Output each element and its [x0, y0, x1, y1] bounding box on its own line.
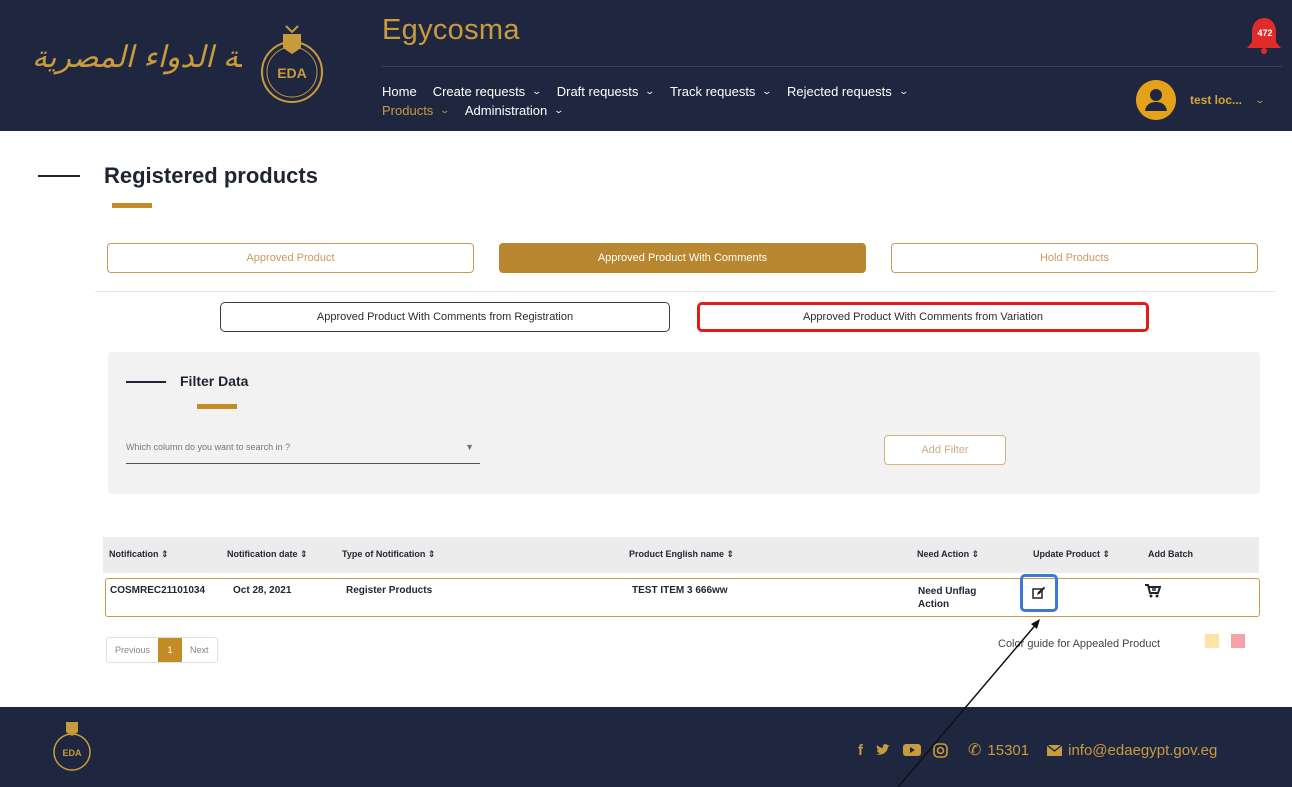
filter-panel [108, 352, 1260, 494]
nav-products-label: Products [382, 102, 434, 118]
cell-product-name: TEST ITEM 3 666ww [632, 585, 728, 596]
add-filter-button[interactable]: Add Filter [884, 435, 1006, 465]
update-product-button[interactable] [1020, 574, 1058, 612]
nav-administration[interactable]: Administration ⌄ [464, 102, 565, 118]
tab-approved-product[interactable]: Approved Product [107, 243, 474, 273]
subtab-from-registration[interactable]: Approved Product With Comments from Regi… [220, 302, 670, 332]
footer-phone[interactable]: ✆ 15301 [968, 740, 1029, 760]
mail-icon [1047, 744, 1063, 756]
eda-emblem-icon: EDA [261, 25, 323, 103]
cell-need-action: Need Unflag Action [918, 586, 977, 610]
subtab-from-variation[interactable]: Approved Product With Comments from Vari… [697, 302, 1149, 332]
next-page-button[interactable]: Next [182, 638, 217, 662]
tab-hold-products[interactable]: Hold Products [891, 243, 1258, 273]
phone-number: 15301 [987, 741, 1030, 759]
col-update-product[interactable]: Update Product ⇕ [1033, 549, 1110, 560]
tab-approved-with-comments-label: Approved Product With Comments [597, 252, 768, 264]
tab-hold-products-label: Hold Products [1039, 252, 1110, 264]
cell-notification: COSMREC21101034 [110, 585, 206, 596]
nav-products[interactable]: Products ⌄ [382, 102, 451, 118]
col-add-batch: Add Batch [1148, 549, 1193, 559]
edit-icon [1032, 586, 1046, 599]
user-avatar-icon [1136, 80, 1176, 120]
chevron-down-icon: ⌄ [1254, 94, 1266, 105]
chevron-down-icon: ⌄ [761, 85, 773, 96]
chevron-down-icon: ⌄ [898, 85, 909, 96]
nav-track-requests-label: Track requests [669, 83, 756, 99]
cart-icon[interactable] [1145, 584, 1161, 598]
color-swatch-appealed-pink [1231, 634, 1245, 648]
footer-contact: f ✆ 15301 info@edaegypt.gov.eg [858, 740, 1217, 760]
nav-administration-label: Administration [464, 102, 548, 118]
nav-home-label: Home [382, 83, 417, 99]
subtab-from-registration-label: Approved Product With Comments from Regi… [316, 311, 574, 323]
svg-text:EDA: EDA [62, 748, 82, 758]
add-filter-label: Add Filter [921, 444, 969, 456]
chevron-down-icon: ⌄ [531, 85, 543, 96]
table-row [105, 578, 1260, 617]
cell-date: Oct 28, 2021 [233, 585, 292, 596]
instagram-icon[interactable] [933, 742, 948, 758]
caret-down-icon: ▼ [465, 441, 474, 452]
tabs-divider [95, 291, 1275, 292]
title-underline [112, 203, 152, 208]
chevron-down-icon: ⌄ [553, 104, 565, 115]
col-notification[interactable]: Notification ⇕ [109, 549, 169, 560]
nav-create-requests-label: Create requests [432, 83, 526, 99]
nav-home[interactable]: Home [382, 84, 417, 99]
user-menu[interactable]: test loc... ⌄ [1136, 80, 1266, 120]
notification-count-badge: 472 [1257, 28, 1273, 38]
nav-track-requests[interactable]: Track requests ⌄ [669, 83, 773, 99]
user-name: test loc... [1190, 93, 1243, 107]
nav-rejected-requests[interactable]: Rejected requests ⌄ [786, 83, 909, 99]
tab-approved-with-comments[interactable]: Approved Product With Comments [499, 243, 866, 273]
subtab-from-variation-label: Approved Product With Comments from Vari… [802, 311, 1044, 323]
title-dash [38, 175, 80, 177]
col-need-action[interactable]: Need Action ⇕ [917, 549, 979, 560]
youtube-icon[interactable] [903, 743, 921, 757]
page-1-button[interactable]: 1 [158, 638, 183, 662]
column-select[interactable]: Which column do you want to search in ? … [126, 430, 480, 464]
email-address: info@edaegypt.gov.eg [1068, 741, 1218, 759]
arabic-logo-text: هيئة الدواء المصرية [32, 40, 242, 75]
nav-create-requests[interactable]: Create requests ⌄ [432, 83, 543, 99]
phone-icon: ✆ [968, 742, 982, 759]
facebook-icon[interactable]: f [858, 742, 863, 759]
previous-page-button[interactable]: Previous [107, 638, 158, 662]
twitter-icon[interactable] [875, 743, 891, 757]
col-notification-date[interactable]: Notification date ⇕ [227, 549, 308, 560]
footer-eda-emblem-icon: EDA [53, 722, 91, 771]
chevron-down-icon: ⌄ [644, 85, 656, 96]
color-swatch-appealed-yellow [1205, 634, 1219, 648]
nav-rejected-requests-label: Rejected requests [786, 83, 892, 99]
chevron-down-icon: ⌄ [439, 104, 451, 115]
arabic-logo: هيئة الدواء المصرية [32, 40, 242, 86]
color-guide-label: Color guide for Appealed Product [998, 638, 1161, 650]
nav-draft-requests[interactable]: Draft requests ⌄ [556, 83, 656, 99]
footer-email[interactable]: info@edaegypt.gov.eg [1047, 742, 1217, 759]
tab-approved-product-label: Approved Product [246, 252, 335, 264]
header-divider [382, 66, 1282, 67]
col-product-english-name[interactable]: Product English name ⇕ [629, 549, 734, 560]
nav-draft-requests-label: Draft requests [556, 83, 639, 99]
app-title: Egycosma [382, 14, 520, 46]
filter-dash [126, 381, 166, 383]
pagination: Previous 1 Next [106, 637, 218, 663]
svg-text:EDA: EDA [277, 65, 307, 81]
column-select-placeholder: Which column do you want to search in ? [126, 441, 291, 452]
col-type-of-notification[interactable]: Type of Notification ⇕ [342, 549, 435, 560]
cell-type: Register Products [346, 585, 433, 596]
page-title: Registered products [104, 163, 318, 188]
filter-underline [197, 404, 237, 409]
filter-title: Filter Data [180, 373, 249, 389]
main-nav: Home Create requests ⌄ Draft requests ⌄ Tr… [382, 82, 1102, 119]
